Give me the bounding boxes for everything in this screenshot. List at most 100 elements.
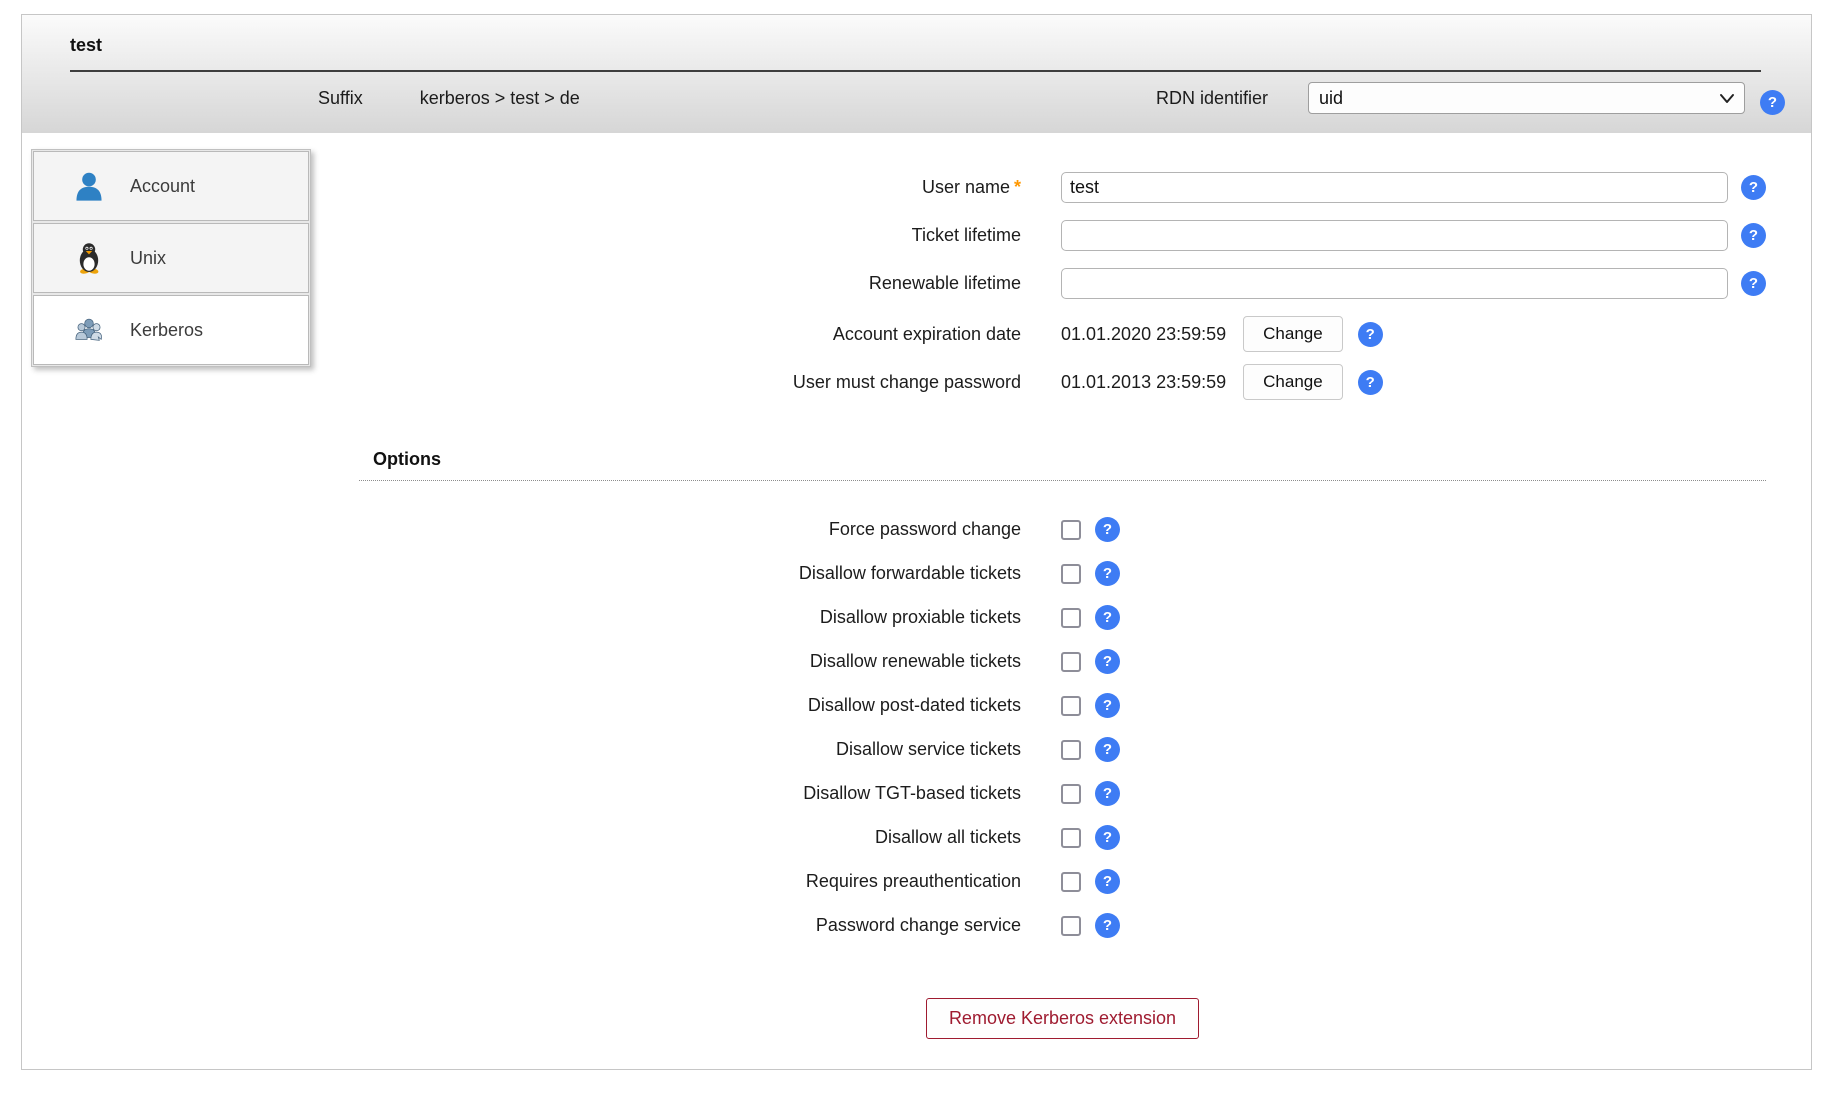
option-row-disallow-all: Disallow all tickets ? xyxy=(359,825,1766,850)
tab-label: Unix xyxy=(130,248,166,269)
form-control: ? xyxy=(1061,737,1120,762)
disallow-all-tickets-checkbox[interactable] xyxy=(1061,828,1081,848)
password-expiration-value: 01.01.2013 23:59:59 xyxy=(1061,372,1226,393)
help-icon[interactable]: ? xyxy=(1095,869,1120,894)
option-row-requires-preauth: Requires preauthentication ? xyxy=(359,869,1766,894)
form-row-account-expiration: Account expiration date 01.01.2020 23:59… xyxy=(359,315,1766,353)
account-edit-page: test Suffix kerberos > test > de RDN ide… xyxy=(21,14,1812,1070)
disallow-forwardable-checkbox[interactable] xyxy=(1061,564,1081,584)
user-name-input[interactable] xyxy=(1061,172,1728,203)
help-icon[interactable]: ? xyxy=(1741,271,1766,296)
account-person-icon xyxy=(72,170,106,202)
requires-preauth-checkbox[interactable] xyxy=(1061,872,1081,892)
ticket-lifetime-input[interactable] xyxy=(1061,220,1728,251)
suffix-row: Suffix kerberos > test > de RDN identifi… xyxy=(22,82,1811,114)
tab-account[interactable]: Account xyxy=(33,151,309,221)
form-control: 01.01.2020 23:59:59 Change ? xyxy=(1061,316,1383,352)
tab-kerberos[interactable]: Kerberos xyxy=(33,295,309,365)
form-control: ? xyxy=(1061,913,1120,938)
field-label-text: User name xyxy=(922,177,1010,197)
tab-label: Account xyxy=(130,176,195,197)
option-row-disallow-forwardable: Disallow forwardable tickets ? xyxy=(359,561,1766,586)
option-row-disallow-renewable: Disallow renewable tickets ? xyxy=(359,649,1766,674)
form-control: ? xyxy=(1061,172,1766,203)
form-control: ? xyxy=(1061,825,1120,850)
remove-kerberos-extension-button[interactable]: Remove Kerberos extension xyxy=(926,998,1199,1039)
form-control: ? xyxy=(1061,693,1120,718)
help-icon[interactable]: ? xyxy=(1095,517,1120,542)
option-label: Disallow all tickets xyxy=(359,827,1021,848)
options-section-header: Options xyxy=(359,449,1766,481)
user-name-label: User name* xyxy=(359,177,1021,198)
help-icon[interactable]: ? xyxy=(1095,825,1120,850)
help-icon[interactable]: ? xyxy=(1095,913,1120,938)
disallow-postdated-checkbox[interactable] xyxy=(1061,696,1081,716)
renewable-lifetime-input[interactable] xyxy=(1061,268,1728,299)
page-header: test Suffix kerberos > test > de RDN ide… xyxy=(22,15,1811,133)
kerberos-group-icon xyxy=(72,315,106,345)
option-label: Password change service xyxy=(359,915,1021,936)
disallow-proxiable-checkbox[interactable] xyxy=(1061,608,1081,628)
help-icon[interactable]: ? xyxy=(1095,561,1120,586)
option-row-disallow-service: Disallow service tickets ? xyxy=(359,737,1766,762)
help-icon[interactable]: ? xyxy=(1095,781,1120,806)
help-icon[interactable]: ? xyxy=(1095,693,1120,718)
rdn-select-wrap: uid xyxy=(1308,82,1745,114)
rdn-select[interactable]: uid xyxy=(1308,82,1745,114)
body-area: Account xyxy=(22,133,1811,1039)
option-label: Disallow service tickets xyxy=(359,739,1021,760)
form-row-renewable-lifetime: Renewable lifetime ? xyxy=(359,267,1766,299)
ticket-lifetime-label: Ticket lifetime xyxy=(359,225,1021,246)
option-label: Requires preauthentication xyxy=(359,871,1021,892)
form-row-user-name: User name* ? xyxy=(359,171,1766,203)
account-expiration-value: 01.01.2020 23:59:59 xyxy=(1061,324,1226,345)
option-label: Disallow renewable tickets xyxy=(359,651,1021,672)
option-row-disallow-tgt-based: Disallow TGT-based tickets ? xyxy=(359,781,1766,806)
form-control: ? xyxy=(1061,869,1120,894)
rdn-group: RDN identifier uid ? xyxy=(1156,82,1785,115)
required-marker: * xyxy=(1014,177,1021,197)
change-expiration-button[interactable]: Change xyxy=(1243,316,1343,352)
options-title: Options xyxy=(373,449,1766,470)
option-label: Disallow forwardable tickets xyxy=(359,563,1021,584)
help-icon[interactable]: ? xyxy=(1741,223,1766,248)
change-password-date-button[interactable]: Change xyxy=(1243,364,1343,400)
tab-label: Kerberos xyxy=(130,320,203,341)
force-password-change-checkbox[interactable] xyxy=(1061,520,1081,540)
unix-tux-icon xyxy=(72,242,106,274)
option-row-disallow-proxiable: Disallow proxiable tickets ? xyxy=(359,605,1766,630)
remove-extension-area: Remove Kerberos extension xyxy=(359,998,1766,1039)
disallow-renewable-checkbox[interactable] xyxy=(1061,652,1081,672)
options-divider xyxy=(359,480,1766,481)
help-icon[interactable]: ? xyxy=(1358,370,1383,395)
help-icon[interactable]: ? xyxy=(1741,175,1766,200)
account-expiration-label: Account expiration date xyxy=(359,324,1021,345)
disallow-service-checkbox[interactable] xyxy=(1061,740,1081,760)
option-row-force-password-change: Force password change ? xyxy=(359,517,1766,542)
help-icon[interactable]: ? xyxy=(1760,90,1785,115)
option-row-disallow-postdated: Disallow post-dated tickets ? xyxy=(359,693,1766,718)
disallow-tgt-based-checkbox[interactable] xyxy=(1061,784,1081,804)
kerberos-form: User name* ? Ticket lifetime ? Renewable… xyxy=(311,133,1811,1039)
module-tabs-sidebar: Account xyxy=(31,149,311,367)
form-control: 01.01.2013 23:59:59 Change ? xyxy=(1061,364,1383,400)
option-label: Force password change xyxy=(359,519,1021,540)
help-icon[interactable]: ? xyxy=(1095,649,1120,674)
tab-unix[interactable]: Unix xyxy=(33,223,309,293)
form-row-ticket-lifetime: Ticket lifetime ? xyxy=(359,219,1766,251)
form-control: ? xyxy=(1061,268,1766,299)
page-title: test xyxy=(70,35,1811,56)
form-control: ? xyxy=(1061,605,1120,630)
options-list: Force password change ? Disallow forward… xyxy=(359,517,1766,938)
suffix-breadcrumb: kerberos > test > de xyxy=(420,88,580,109)
help-icon[interactable]: ? xyxy=(1358,322,1383,347)
option-label: Disallow TGT-based tickets xyxy=(359,783,1021,804)
form-control: ? xyxy=(1061,561,1120,586)
form-control: ? xyxy=(1061,517,1120,542)
password-change-service-checkbox[interactable] xyxy=(1061,916,1081,936)
help-icon[interactable]: ? xyxy=(1095,737,1120,762)
help-icon[interactable]: ? xyxy=(1095,605,1120,630)
option-row-password-change-service: Password change service ? xyxy=(359,913,1766,938)
form-control: ? xyxy=(1061,220,1766,251)
option-label: Disallow proxiable tickets xyxy=(359,607,1021,628)
